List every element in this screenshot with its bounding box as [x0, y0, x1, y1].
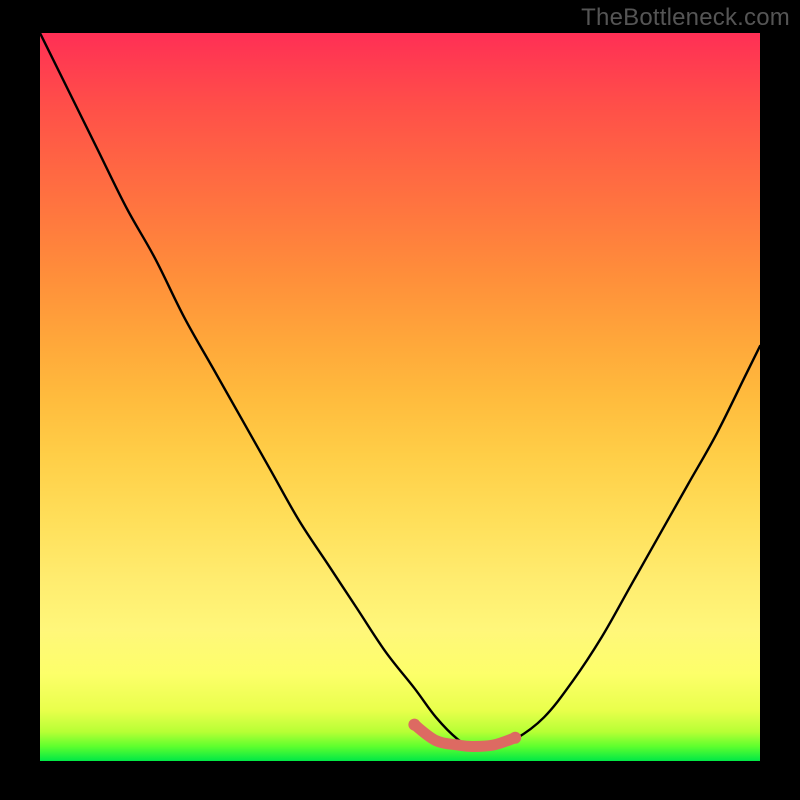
plot-area [40, 33, 760, 761]
bottleneck-curve [40, 33, 760, 747]
highlight-endpoint [509, 732, 521, 744]
chart-frame: TheBottleneck.com [0, 0, 800, 800]
highlight-endpoint [408, 719, 420, 731]
curve-svg [40, 33, 760, 761]
watermark-text: TheBottleneck.com [581, 4, 790, 32]
optimal-range-highlight [414, 725, 515, 747]
curve-group [40, 33, 760, 747]
